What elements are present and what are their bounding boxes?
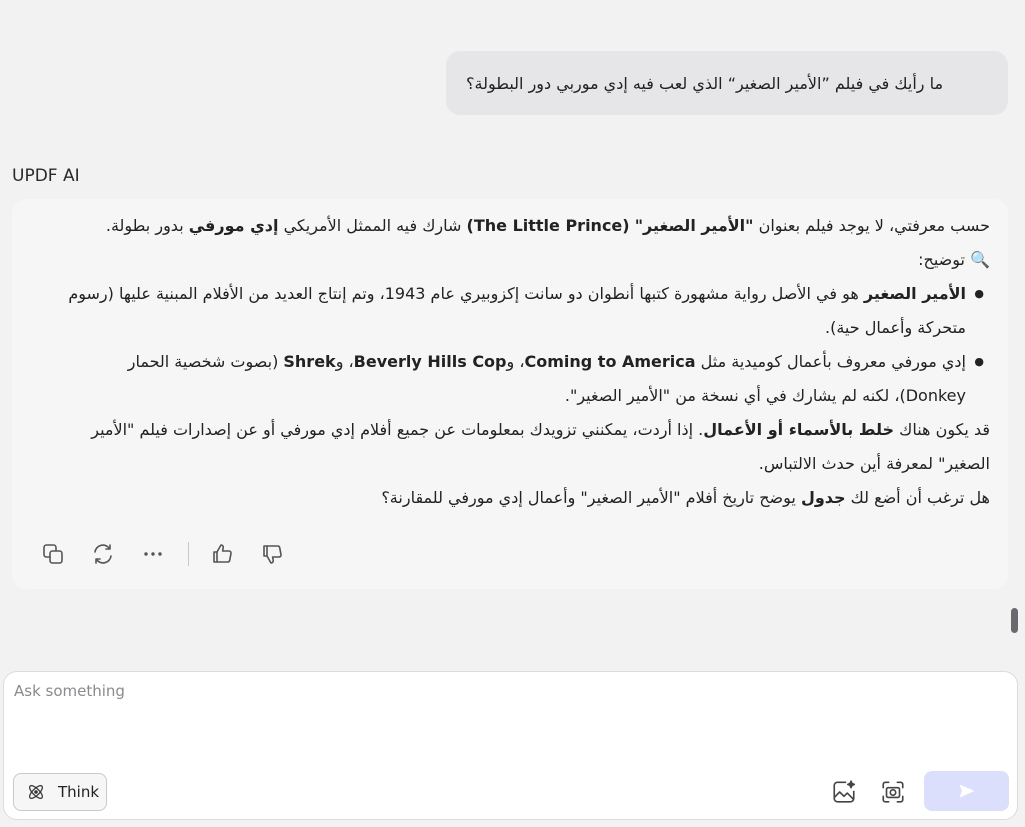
camera-icon — [882, 781, 904, 803]
message-input[interactable] — [14, 682, 1004, 762]
more-button[interactable] — [138, 539, 168, 569]
think-toggle-button[interactable]: Think — [13, 773, 107, 811]
list-item: الأمير الصغير هو في الأصل رواية مشهورة ك… — [38, 277, 990, 345]
copy-icon — [43, 544, 63, 564]
answer-paragraph-4: هل ترغب أن أضع لك جدول يوضح تاريخ أفلام … — [381, 488, 990, 507]
explanation-heading: 🔍 توضيح: — [918, 250, 990, 269]
dislike-button[interactable] — [257, 539, 287, 569]
user-message-text: ما رأيك في فيلم ”الأمير الصغير“ الذي لعب… — [466, 73, 944, 93]
thumbs-down-icon — [263, 545, 282, 564]
answer-paragraph-3: قد يكون هناك خلط بالأسماء أو الأعمال. إذ… — [91, 420, 990, 473]
copy-button[interactable] — [38, 539, 68, 569]
screenshot-button[interactable] — [877, 776, 909, 808]
regenerate-button[interactable] — [88, 539, 118, 569]
more-icon — [144, 552, 162, 556]
think-label: Think — [58, 783, 100, 801]
actions-divider — [188, 542, 189, 566]
ai-assistant-label: UPDF AI — [12, 166, 80, 186]
image-generate-button[interactable] — [828, 776, 860, 808]
like-button[interactable] — [207, 539, 237, 569]
send-button[interactable] — [924, 771, 1009, 811]
response-actions — [38, 537, 307, 571]
list-item: إدي مورفي معروف بأعمال كوميدية مثل Comin… — [38, 345, 990, 413]
image-sparkle-icon — [833, 780, 856, 803]
scrollbar-thumb[interactable] — [1011, 608, 1018, 633]
thumbs-up-icon — [213, 544, 232, 563]
user-message-bubble: ما رأيك في فيلم ”الأمير الصغير“ الذي لعب… — [446, 51, 1008, 115]
ai-response-text: حسب معرفتي، لا يوجد فيلم بعنوان "الأمير … — [38, 209, 990, 515]
magnifier-icon: 🔍 — [970, 250, 990, 269]
answer-paragraph-1: حسب معرفتي، لا يوجد فيلم بعنوان "الأمير … — [105, 216, 990, 235]
message-composer: Think — [3, 671, 1018, 820]
ai-response-card: حسب معرفتي، لا يوجد فيلم بعنوان "الأمير … — [12, 199, 1008, 589]
explanation-list: الأمير الصغير هو في الأصل رواية مشهورة ك… — [38, 277, 990, 413]
send-icon — [959, 784, 974, 798]
atom-icon — [29, 785, 43, 799]
regenerate-icon — [94, 544, 112, 564]
